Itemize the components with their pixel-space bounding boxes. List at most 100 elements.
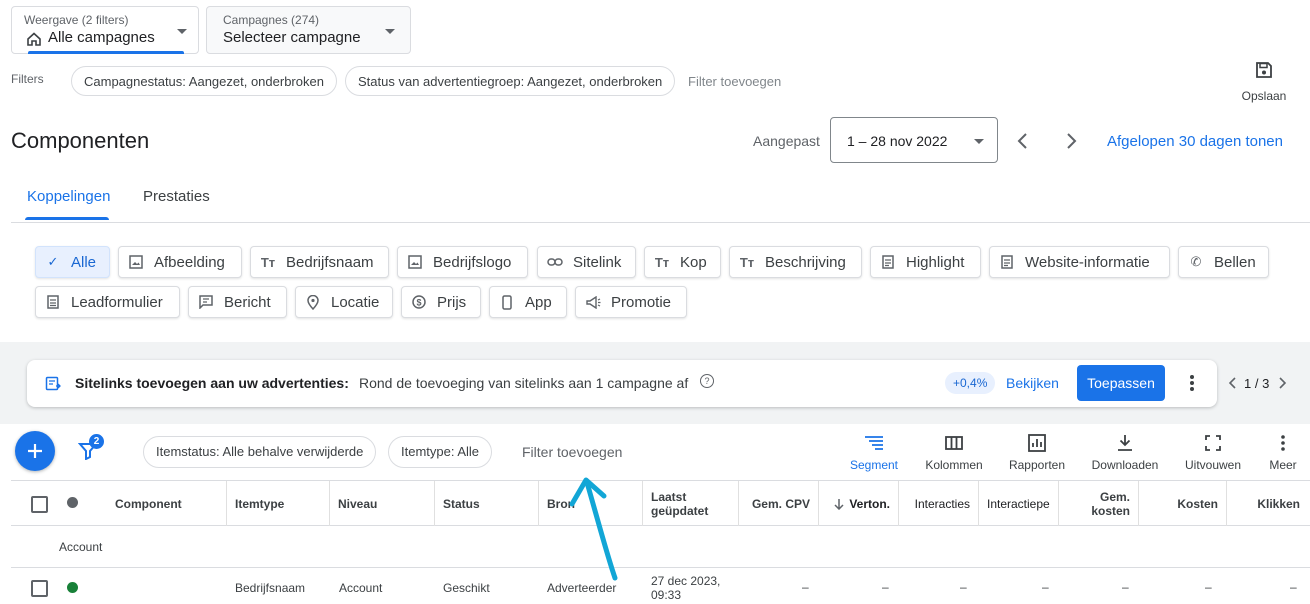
recommendation-card: Sitelinks toevoegen aan uw advertenties:… (27, 360, 1217, 407)
view-selector[interactable]: Weergave (2 filters) Alle campagnes (11, 6, 199, 54)
columns-tool[interactable]: Kolommen (919, 432, 989, 472)
column-header-niveau[interactable]: Niveau (330, 481, 435, 526)
asset-type-bedrijfsnaam[interactable]: Tт Bedrijfsnaam (250, 246, 389, 278)
asset-type-leadformulier[interactable]: Leadformulier (35, 286, 180, 318)
column-header-verton[interactable]: Verton. (819, 481, 899, 526)
next-recommendation-icon[interactable] (1277, 376, 1289, 390)
column-header-itemtype[interactable]: Itemtype (227, 481, 330, 526)
asset-type-label: Kop (680, 253, 707, 271)
more-vert-icon[interactable] (1186, 374, 1198, 392)
help-icon[interactable]: ? (700, 374, 714, 388)
document-icon (999, 254, 1015, 270)
previous-period-icon[interactable] (1013, 131, 1033, 151)
asset-type-afbeelding[interactable]: Afbeelding (118, 246, 242, 278)
columns-label: Kolommen (925, 458, 983, 472)
tab-prestaties[interactable]: Prestaties (143, 188, 210, 205)
view-recommendation-button[interactable]: Bekijken (1006, 375, 1059, 391)
column-header-klikken[interactable]: Klikken (1227, 481, 1310, 526)
filter-button[interactable]: 2 (78, 434, 110, 464)
asset-type-alle[interactable]: ✓ Alle (35, 246, 110, 278)
text-icon: Tт (654, 254, 670, 270)
cell-niveau: Account (339, 581, 383, 595)
column-header-gem-cpv[interactable]: Gem. CPV (739, 481, 819, 526)
add-filter-input[interactable]: Filter toevoegen (522, 444, 622, 460)
image-icon (407, 254, 423, 270)
column-label: Kosten (1177, 496, 1218, 511)
filter-chip-item-type[interactable]: Itemtype: Alle (388, 436, 493, 468)
tab-koppelingen[interactable]: Koppelingen (27, 188, 110, 205)
save-icon (1256, 62, 1272, 78)
download-label: Downloaden (1091, 458, 1159, 472)
asset-type-beschrijving[interactable]: Tт Beschrijving (729, 246, 862, 278)
group-row-border (11, 567, 1310, 568)
home-icon (27, 32, 41, 46)
check-icon: ✓ (47, 254, 59, 269)
next-period-icon[interactable] (1061, 131, 1081, 151)
show-last-30-days-link[interactable]: Afgelopen 30 dagen tonen (1107, 133, 1283, 150)
apply-recommendation-button[interactable]: Toepassen (1077, 365, 1165, 401)
asset-type-website-informatie[interactable]: Website-informatie (989, 246, 1170, 278)
select-all-checkbox[interactable] (31, 496, 48, 513)
date-range-picker[interactable]: 1 – 28 nov 2022 (830, 117, 998, 163)
more-tool[interactable]: Meer (1264, 432, 1302, 472)
asset-type-label: Website-informatie (1025, 253, 1150, 271)
campaign-selector[interactable]: Campagnes (274) Selecteer campagne (206, 6, 411, 54)
expand-tool[interactable]: Uitvouwen (1179, 432, 1247, 472)
asset-type-highlight[interactable]: Highlight (870, 246, 981, 278)
cell-itemtype: Bedrijfsnaam (235, 581, 306, 595)
asset-type-bedrijfslogo[interactable]: Bedrijfslogo (397, 246, 528, 278)
add-filter-link[interactable]: Filter toevoegen (688, 74, 781, 89)
column-header-interacties[interactable]: Interacties (899, 481, 979, 526)
message-icon (198, 294, 214, 310)
asset-type-prijs[interactable]: $ Prijs (401, 286, 481, 318)
filters-label: Filters (11, 72, 44, 86)
column-header-laatst-geupdatet[interactable]: Laatst geüpdatet (643, 481, 739, 526)
column-label: Itemtype (235, 496, 285, 511)
column-label: Verton. (849, 496, 890, 511)
asset-type-kop[interactable]: Tт Kop (644, 246, 721, 278)
dropdown-arrow-icon (974, 139, 984, 144)
tab-prestaties-label: Prestaties (143, 188, 210, 205)
plus-icon (28, 444, 42, 458)
recommendation-title: Sitelinks toevoegen aan uw advertenties: (75, 375, 349, 391)
previous-recommendation-icon[interactable] (1226, 376, 1238, 390)
asset-type-promotie[interactable]: Promotie (575, 286, 687, 318)
column-label: Laatst geüpdatet (651, 489, 709, 518)
segment-tool[interactable]: Segment (845, 432, 903, 472)
download-tool[interactable]: Downloaden (1087, 432, 1163, 472)
dropdown-arrow-icon (177, 29, 187, 34)
asset-type-bericht[interactable]: Bericht (188, 286, 287, 318)
column-header-gem-kosten[interactable]: Gem. kosten (1059, 481, 1139, 526)
row-checkbox[interactable] (31, 580, 48, 597)
cell-verton: – (882, 580, 889, 594)
text-icon: Tт (739, 254, 755, 270)
asset-type-app[interactable]: App (489, 286, 567, 318)
asset-type-label: App (525, 293, 552, 311)
tab-koppelingen-label: Koppelingen (27, 188, 111, 205)
filter-chip-item-status[interactable]: Itemstatus: Alle behalve verwijderde (143, 436, 377, 468)
filter-chip-adgroup-status[interactable]: Status van advertentiegroep: Aangezet, o… (345, 66, 676, 96)
save-button[interactable]: Opslaan (1236, 60, 1292, 103)
add-button[interactable] (15, 431, 55, 471)
reports-tool[interactable]: Rapporten (1003, 432, 1071, 472)
column-label: Gem. CPV (751, 496, 810, 511)
app-icon (499, 294, 515, 310)
asset-type-sitelink[interactable]: Sitelink (537, 246, 636, 278)
column-label: Klikken (1257, 496, 1300, 511)
campaign-selector-value: Selecteer campagne (223, 29, 361, 46)
column-header-kosten[interactable]: Kosten (1139, 481, 1227, 526)
date-range-value: 1 – 28 nov 2022 (847, 133, 948, 149)
text-icon: Tт (260, 254, 276, 270)
cell-status: Geschikt (443, 581, 490, 595)
column-header-status[interactable]: Status (435, 481, 539, 526)
reports-label: Rapporten (1008, 458, 1066, 472)
download-icon (1118, 435, 1132, 451)
asset-type-bellen[interactable]: ✆ Bellen (1178, 246, 1269, 278)
promotion-icon (585, 294, 601, 310)
filter-chip-campaign-status[interactable]: Campagnestatus: Aangezet, onderbroken (71, 66, 337, 96)
column-header-interactiepercentage[interactable]: Interactiepe (979, 481, 1059, 526)
view-selector-value: Alle campagnes (48, 29, 155, 46)
column-header-component[interactable]: Component (107, 481, 227, 526)
asset-type-locatie[interactable]: Locatie (295, 286, 393, 318)
asset-type-label: Sitelink (573, 253, 622, 271)
